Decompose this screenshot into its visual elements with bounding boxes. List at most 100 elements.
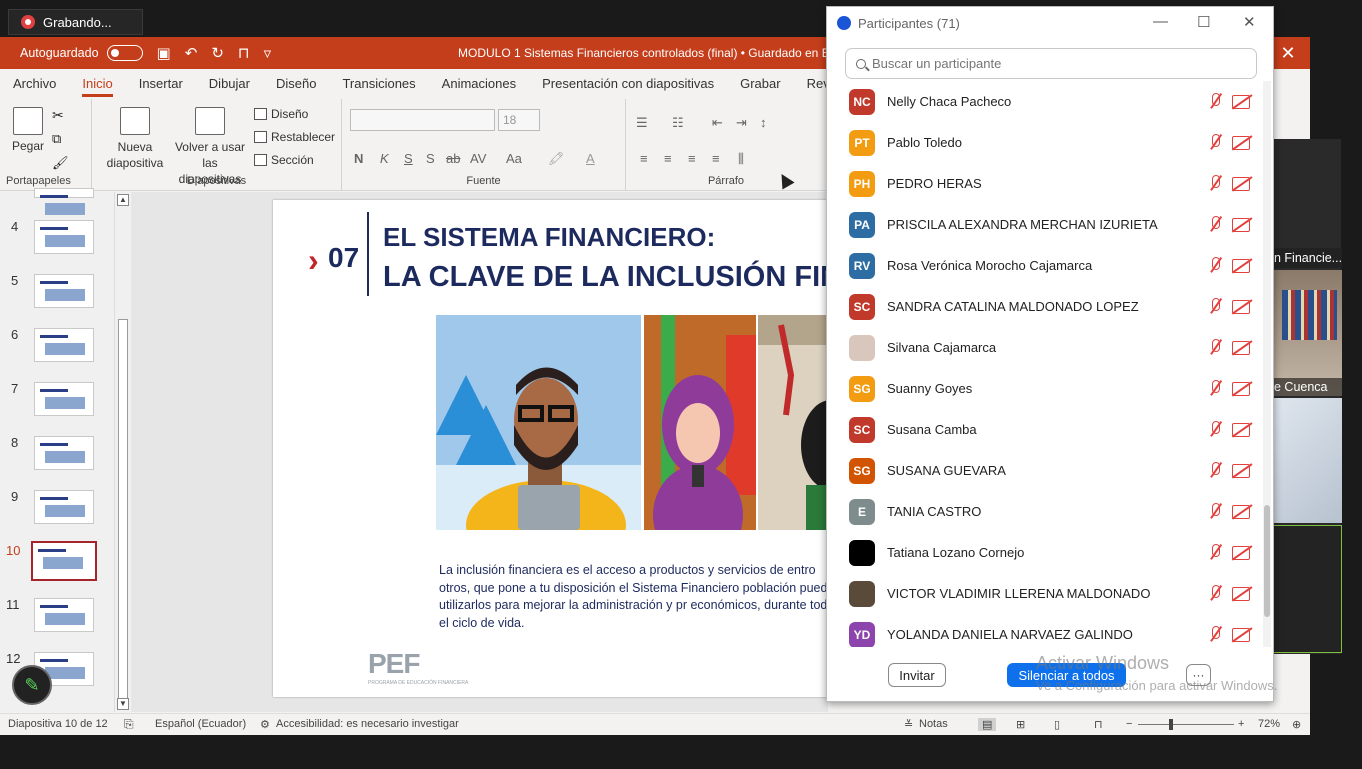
participant-scrollbar[interactable]: [1263, 81, 1271, 647]
reading-view-icon[interactable]: ▯: [1054, 718, 1060, 731]
align-center-icon[interactable]: ≡: [664, 151, 672, 166]
tab-diseno[interactable]: Diseño: [263, 69, 329, 99]
paste-button[interactable]: Pegar: [10, 107, 46, 153]
participant-row[interactable]: SC SANDRA CATALINA MALDONADO LOPEZ: [827, 286, 1257, 327]
redo-icon[interactable]: ↻: [211, 44, 224, 62]
slide-thumbnail[interactable]: [34, 436, 94, 470]
strikethrough-button[interactable]: ab: [446, 151, 460, 166]
participant-row[interactable]: Silvana Cajamarca: [827, 327, 1257, 368]
notes-icon[interactable]: ≚: [904, 718, 913, 731]
zoom-in-icon[interactable]: +: [1238, 718, 1244, 730]
slide-thumbnail[interactable]: [34, 188, 94, 215]
reset-button[interactable]: Restablecer: [254, 130, 335, 144]
participant-row[interactable]: SG Suanny Goyes: [827, 368, 1257, 409]
italic-button[interactable]: K: [380, 151, 389, 166]
search-input[interactable]: [872, 56, 1232, 71]
new-slide-button[interactable]: Nueva diapositiva: [100, 107, 170, 171]
participant-row[interactable]: Tatiana Lozano Cornejo: [827, 532, 1257, 573]
save-icon[interactable]: ▣: [157, 44, 171, 62]
slide-thumbnail[interactable]: [34, 274, 94, 308]
autosave-toggle[interactable]: [106, 45, 143, 61]
accessibility-icon[interactable]: ⚙: [260, 718, 270, 731]
zoom-level[interactable]: 72%: [1258, 718, 1280, 730]
scrollbar-thumb[interactable]: [1264, 505, 1270, 617]
pen-annotation-icon[interactable]: ✎: [12, 665, 52, 705]
align-left-icon[interactable]: ≡: [640, 151, 648, 166]
participant-row[interactable]: VICTOR VLADIMIR LLERENA MALDONADO: [827, 573, 1257, 614]
scroll-up-icon[interactable]: ▲: [117, 194, 129, 206]
customize-qat-icon[interactable]: ▿: [264, 44, 272, 62]
video-tile[interactable]: [1272, 398, 1342, 523]
line-spacing-icon[interactable]: ↕: [760, 115, 767, 130]
participant-row[interactable]: YD YOLANDA DANIELA NARVAEZ GALINDO: [827, 614, 1257, 647]
notes-button[interactable]: Notas: [919, 718, 948, 730]
layout-button[interactable]: Diseño: [254, 107, 308, 121]
thumbnail-scrollbar[interactable]: ▲ ▼: [114, 192, 130, 712]
slideshow-view-icon[interactable]: ⊓: [1094, 718, 1103, 731]
zoom-out-icon[interactable]: −: [1126, 718, 1132, 730]
participant-row[interactable]: PT Pablo Toledo: [827, 122, 1257, 163]
tab-archivo[interactable]: Archivo: [0, 69, 69, 99]
participant-search[interactable]: [845, 48, 1257, 79]
language-status[interactable]: Español (Ecuador): [155, 718, 246, 730]
shadow-button[interactable]: S: [426, 151, 435, 166]
slide-canvas[interactable]: › 07 EL SISTEMA FINANCIERO: LA CLAVE DE …: [273, 200, 833, 697]
participant-row[interactable]: PA PRISCILA ALEXANDRA MERCHAN IZURIETA: [827, 204, 1257, 245]
participant-row[interactable]: NC Nelly Chaca Pacheco: [827, 81, 1257, 122]
participant-row[interactable]: SG SUSANA GUEVARA: [827, 450, 1257, 491]
font-color-icon[interactable]: A: [586, 151, 595, 166]
participant-row[interactable]: RV Rosa Verónica Morocho Cajamarca: [827, 245, 1257, 286]
slide-thumbnail[interactable]: [34, 328, 94, 362]
maximize-icon[interactable]: ☐: [1197, 13, 1210, 31]
scrollbar-thumb[interactable]: [118, 319, 128, 699]
justify-icon[interactable]: ≡: [712, 151, 720, 166]
slide-thumbnail[interactable]: [34, 490, 94, 524]
video-tile[interactable]: e Cuenca: [1272, 270, 1342, 396]
tab-inicio[interactable]: Inicio: [69, 69, 125, 99]
slide-thumbnail-active[interactable]: [31, 541, 97, 581]
change-case-button[interactable]: Aa: [506, 151, 522, 166]
slide-thumbnail[interactable]: [34, 382, 94, 416]
present-icon[interactable]: ⊓: [238, 44, 250, 62]
indent-decrease-icon[interactable]: ⇤: [712, 115, 723, 131]
tab-insertar[interactable]: Insertar: [126, 69, 196, 99]
bold-button[interactable]: N: [354, 151, 363, 166]
participant-row[interactable]: PH PEDRO HERAS: [827, 163, 1257, 204]
highlight-icon[interactable]: 🖍: [548, 151, 565, 167]
slide-thumbnail[interactable]: [34, 220, 94, 254]
tab-transiciones[interactable]: Transiciones: [329, 69, 428, 99]
copy-icon[interactable]: ⧉: [52, 131, 61, 147]
indent-increase-icon[interactable]: ⇥: [736, 115, 747, 131]
video-tile-active[interactable]: [1272, 525, 1342, 653]
zoom-slider[interactable]: [1138, 724, 1234, 725]
video-tile-caption[interactable]: n Financie...: [1272, 248, 1342, 268]
zoom-slider-handle[interactable]: [1169, 719, 1173, 730]
font-family-combo[interactable]: [350, 109, 495, 131]
tab-presentacion[interactable]: Presentación con diapositivas: [529, 69, 727, 99]
spacing-button[interactable]: AV: [470, 151, 486, 166]
underline-button[interactable]: S: [404, 151, 413, 166]
participant-row[interactable]: E TANIA CASTRO: [827, 491, 1257, 532]
slide-thumbnail[interactable]: [34, 598, 94, 632]
align-right-icon[interactable]: ≡: [688, 151, 696, 166]
tab-dibujar[interactable]: Dibujar: [196, 69, 263, 99]
scroll-down-icon[interactable]: ▼: [117, 698, 129, 710]
font-size-combo[interactable]: 18: [498, 109, 540, 131]
accessibility-status[interactable]: Accesibilidad: es necesario investigar: [276, 718, 459, 730]
tab-animaciones[interactable]: Animaciones: [429, 69, 529, 99]
slide-sorter-icon[interactable]: ⊞: [1016, 718, 1025, 731]
undo-icon[interactable]: ↶: [185, 44, 198, 62]
fit-slide-icon[interactable]: ⊕: [1292, 718, 1301, 731]
bullets-icon[interactable]: ☰: [636, 115, 648, 131]
normal-view-icon[interactable]: ▤: [978, 718, 997, 731]
close-icon[interactable]: ✕: [1243, 13, 1256, 31]
invite-button[interactable]: Invitar: [888, 663, 946, 687]
spellcheck-icon[interactable]: ⎘: [124, 717, 134, 732]
columns-icon[interactable]: ⫼: [738, 151, 744, 167]
tab-grabar[interactable]: Grabar: [727, 69, 793, 99]
cut-icon[interactable]: ✂: [52, 107, 64, 124]
format-painter-icon[interactable]: 🖌: [52, 155, 69, 171]
recording-indicator[interactable]: Grabando...: [8, 9, 143, 35]
minimize-icon[interactable]: —: [1153, 13, 1168, 30]
participant-row[interactable]: SC Susana Camba: [827, 409, 1257, 450]
